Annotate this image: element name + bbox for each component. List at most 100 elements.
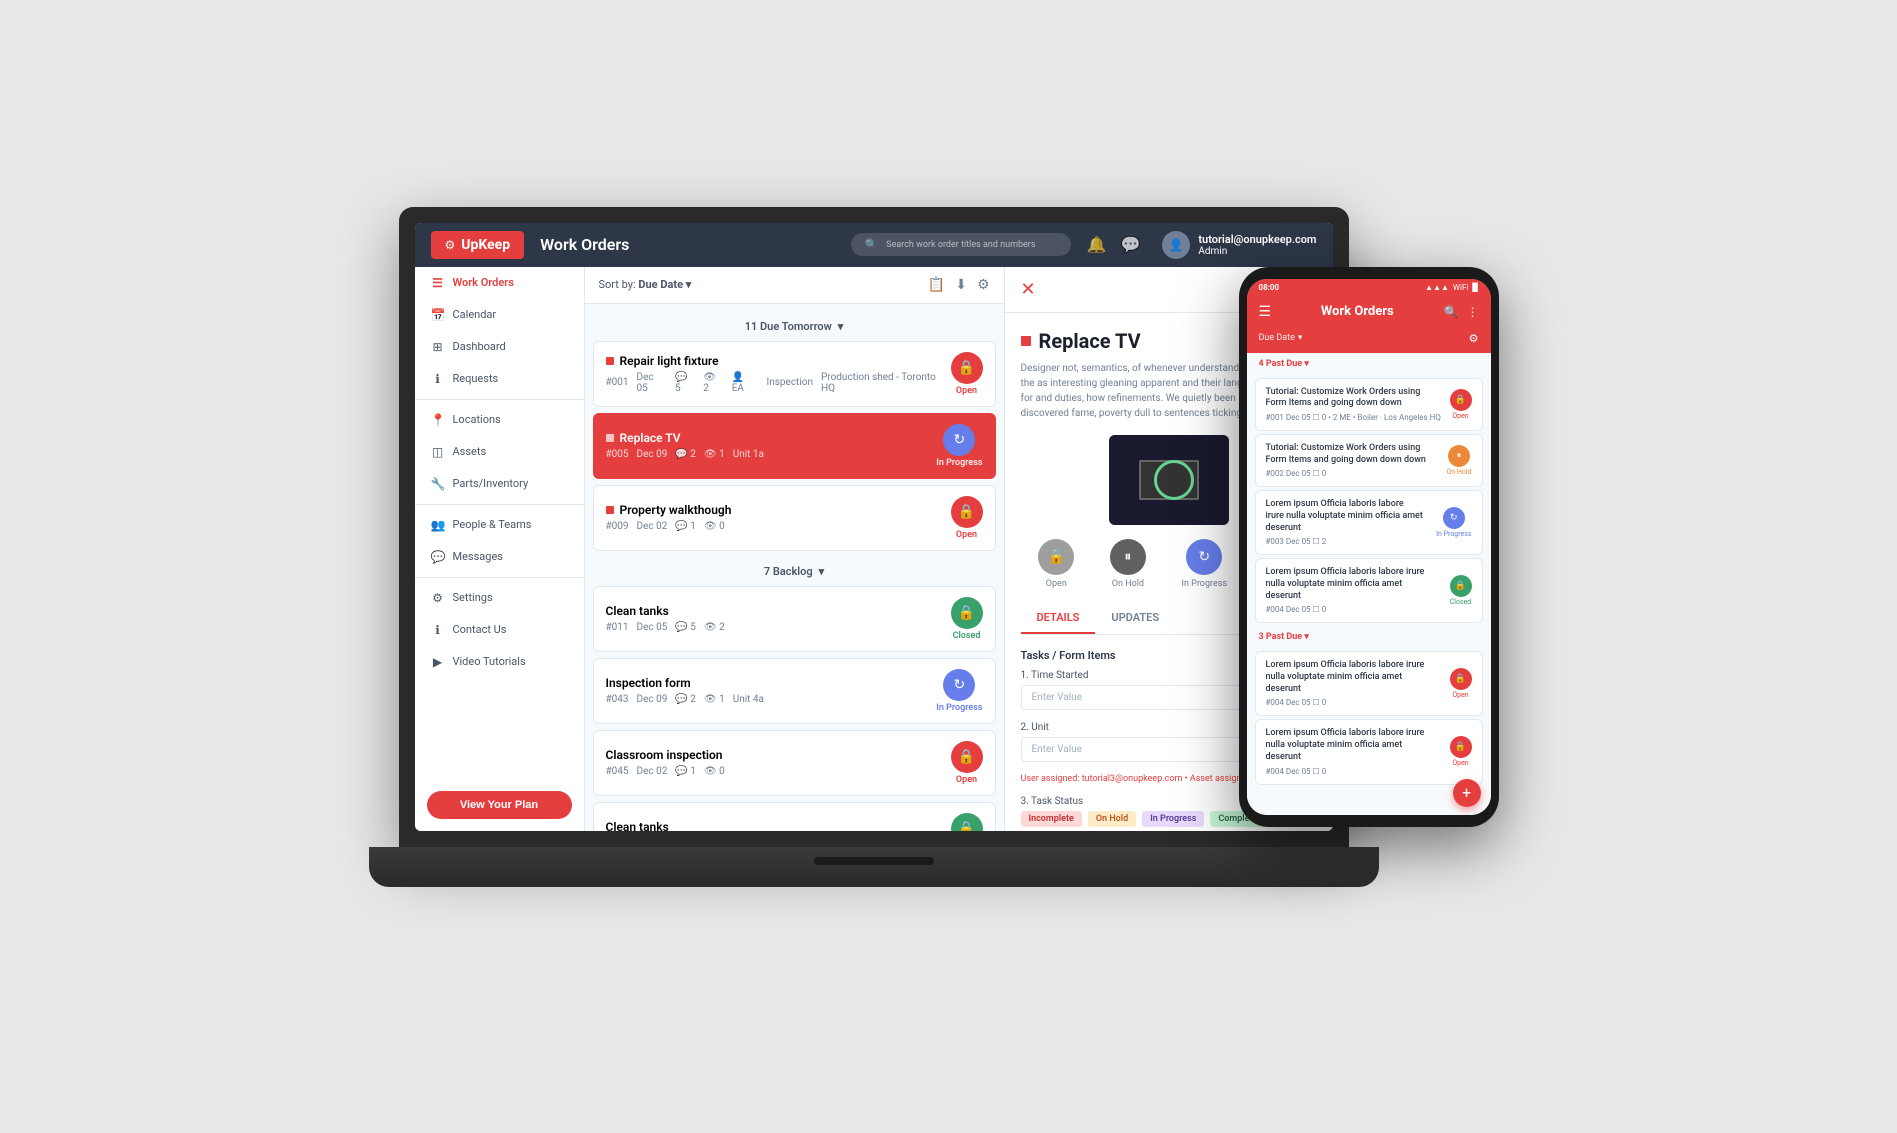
phone-card-text-6: Lorem ipsum Officia laboris labore irure… (1266, 728, 1444, 763)
sidebar-divider-1 (415, 399, 584, 400)
phone-card-2[interactable]: Tutorial: Customize Work Orders using Fo… (1255, 434, 1483, 487)
phone-status-btn-5[interactable]: 🔒 (1450, 668, 1472, 690)
wo-status-btn-6[interactable]: 🔒 (951, 741, 983, 773)
search-bar[interactable]: 🔍 Search work order titles and numbers (851, 233, 1071, 256)
sidebar-label-settings: Settings (453, 591, 493, 604)
phone-status-btn-2[interactable]: ⏸ (1448, 445, 1470, 467)
wo-card-clean-tanks-2[interactable]: Clean tanks #011 Dec 05 💬 5 👁 2 (593, 802, 996, 831)
step-open-btn[interactable]: 🔒 (1038, 539, 1074, 575)
laptop: ⚙ UpKeep Work Orders 🔍 Search work order… (399, 207, 1349, 887)
wo-status-col-3: 🔒 Open (951, 496, 983, 540)
wo-status-btn-4[interactable]: 🔒 (951, 597, 983, 629)
status-incomplete[interactable]: Incomplete (1021, 811, 1082, 827)
sort-value: Due Date ▾ (638, 278, 691, 291)
phone-card-6[interactable]: Lorem ipsum Officia laboris labore irure… (1255, 719, 1483, 784)
phone-status-btn-6[interactable]: 🔒 (1450, 736, 1472, 758)
status-inprogress[interactable]: In Progress (1142, 811, 1204, 827)
wo-card-property[interactable]: Property walkthough #009 Dec 02 💬 1 👁 0 (593, 485, 996, 551)
detail-title: Replace TV (1039, 329, 1141, 353)
wo-status-btn-2[interactable]: ↻ (943, 424, 975, 456)
wo-status-col-5: ↻ In Progress (936, 669, 982, 713)
bell-icon[interactable]: 🔔 (1087, 235, 1107, 254)
wo-status-btn-7[interactable]: 🔒 (951, 813, 983, 831)
sidebar-item-locations[interactable]: 📍 Locations (415, 404, 584, 436)
step-onhold-btn[interactable]: ⏸ (1110, 539, 1146, 575)
circle-overlay (1154, 460, 1194, 500)
phone-card-4[interactable]: Lorem ipsum Officia laboris labore irure… (1255, 558, 1483, 623)
wo-status-btn-5[interactable]: ↻ (943, 669, 975, 701)
sidebar-item-people-teams[interactable]: 👥 People & Teams (415, 509, 584, 541)
phone-card-meta-4: #004 Dec 05 ☐ 0 (1266, 605, 1444, 614)
sidebar-item-settings[interactable]: ⚙ Settings (415, 582, 584, 614)
status-onhold[interactable]: On Hold (1088, 811, 1136, 827)
sidebar-divider-2 (415, 504, 584, 505)
sort-control[interactable]: Sort by: Due Date ▾ (599, 278, 692, 291)
view-plan-button[interactable]: View Your Plan (427, 791, 572, 819)
phone-search-icon[interactable]: 🔍 (1444, 305, 1459, 319)
backlog-chevron-icon: ▾ (819, 565, 825, 578)
wo-status-btn-1[interactable]: 🔒 (951, 352, 983, 384)
wo-meta-5: #043 Dec 09 💬 2 👁 1 Unit 4a (606, 694, 937, 705)
phone-status-btn-4[interactable]: 🔒 (1450, 575, 1472, 597)
sidebar-item-assets[interactable]: ◫ Assets (415, 436, 584, 468)
requests-icon: ℹ (431, 372, 445, 386)
phone-status-text-6: Open (1452, 759, 1468, 767)
wo-card-clean-tanks[interactable]: Clean tanks #011 Dec 05 💬 5 👁 2 (593, 586, 996, 652)
tab-updates[interactable]: UPDATES (1095, 603, 1175, 634)
close-button[interactable]: ✕ (1021, 279, 1036, 300)
wo-comments-4: 💬 5 (675, 622, 696, 633)
tab-details[interactable]: DETAILS (1021, 603, 1096, 634)
app-header-title: Work Orders (540, 235, 850, 254)
phone-sort-control[interactable]: Due Date ▾ (1259, 333, 1303, 343)
phone-status-text-2: On Hold (1446, 468, 1471, 476)
phone-menu-icon[interactable]: ☰ (1259, 304, 1272, 320)
sidebar-item-messages[interactable]: 💬 Messages (415, 541, 584, 573)
sidebar-item-contact-us[interactable]: ℹ Contact Us (415, 614, 584, 646)
wo-comments-3: 💬 1 (675, 521, 696, 532)
export-icon[interactable]: 📋 (928, 277, 945, 293)
phone-card-1[interactable]: Tutorial: Customize Work Orders using Fo… (1255, 378, 1483, 431)
filter-icon[interactable]: ⚙ (977, 277, 990, 293)
sidebar-divider-3 (415, 577, 584, 578)
phone-status-col-1: 🔒 Open (1450, 389, 1472, 420)
sidebar-item-calendar[interactable]: 📅 Calendar (415, 299, 584, 331)
tv-display (1109, 435, 1229, 525)
phone-status-col-4: 🔒 Closed (1450, 575, 1472, 606)
user-text: tutorial@onupkeep.com Admin (1198, 233, 1316, 257)
wo-comments-5: 💬 2 (675, 694, 696, 705)
wo-card-inspection-form[interactable]: Inspection form #043 Dec 09 💬 2 👁 1 Unit… (593, 658, 996, 724)
phone-filter-icon[interactable]: ⚙ (1469, 332, 1479, 345)
phone-more-icon[interactable]: ⋮ (1466, 305, 1478, 319)
wo-card-replace-tv[interactable]: Replace TV #005 Dec 09 💬 2 👁 1 Unit 1a (593, 413, 996, 479)
step-inprogress-btn[interactable]: ↻ (1186, 539, 1222, 575)
wo-status-label-2: In Progress (936, 458, 982, 468)
download-icon[interactable]: ⬇ (955, 277, 967, 293)
phone-status-btn-1[interactable]: 🔒 (1450, 389, 1472, 411)
wo-card-left-4: Clean tanks #011 Dec 05 💬 5 👁 2 (606, 604, 951, 633)
wo-status-col-1: 🔒 Open (951, 352, 983, 396)
phone-card-text-2: Tutorial: Customize Work Orders using Fo… (1266, 443, 1441, 466)
sidebar-item-parts-inventory[interactable]: 🔧 Parts/Inventory (415, 468, 584, 500)
wo-status-col-2: ↻ In Progress (936, 424, 982, 468)
sidebar-label-assets: Assets (453, 445, 487, 458)
sidebar-item-work-orders[interactable]: ☰ Work Orders (415, 267, 584, 299)
wo-id-1: #001 (606, 377, 629, 388)
wo-card-classroom[interactable]: Classroom inspection #045 Dec 02 💬 1 👁 0 (593, 730, 996, 796)
phone-card-text-3: Lorem ipsum Officia laboris labore irure… (1266, 499, 1431, 534)
phone-section-2: 3 Past Due ▾ (1247, 626, 1491, 648)
sidebar-item-video-tutorials[interactable]: ▶ Video Tutorials (415, 646, 584, 678)
wo-status-btn-3[interactable]: 🔒 (951, 496, 983, 528)
chat-icon[interactable]: 💬 (1120, 235, 1140, 254)
wo-card-repair-light[interactable]: Repair light fixture #001 Dec 05 💬 5 👁 2… (593, 341, 996, 407)
sidebar-item-requests[interactable]: ℹ Requests (415, 363, 584, 395)
phone-card-3[interactable]: Lorem ipsum Officia laboris labore irure… (1255, 490, 1483, 555)
phone-card-text-1: Tutorial: Customize Work Orders using Fo… (1266, 387, 1444, 410)
phone-status-btn-3[interactable]: ↻ (1443, 507, 1465, 529)
phone-card-5[interactable]: Lorem ipsum Officia laboris labore irure… (1255, 651, 1483, 716)
phone-header-right: 🔍 ⋮ (1444, 305, 1479, 319)
phone-card-left-1: Tutorial: Customize Work Orders using Fo… (1266, 387, 1450, 422)
phone-fab-button[interactable]: + (1453, 779, 1481, 807)
wo-list: 11 Due Tomorrow ▾ Repair light fixture (585, 304, 1004, 831)
phone-header: ☰ Work Orders 🔍 ⋮ (1247, 296, 1491, 328)
sidebar-item-dashboard[interactable]: ⊞ Dashboard (415, 331, 584, 363)
